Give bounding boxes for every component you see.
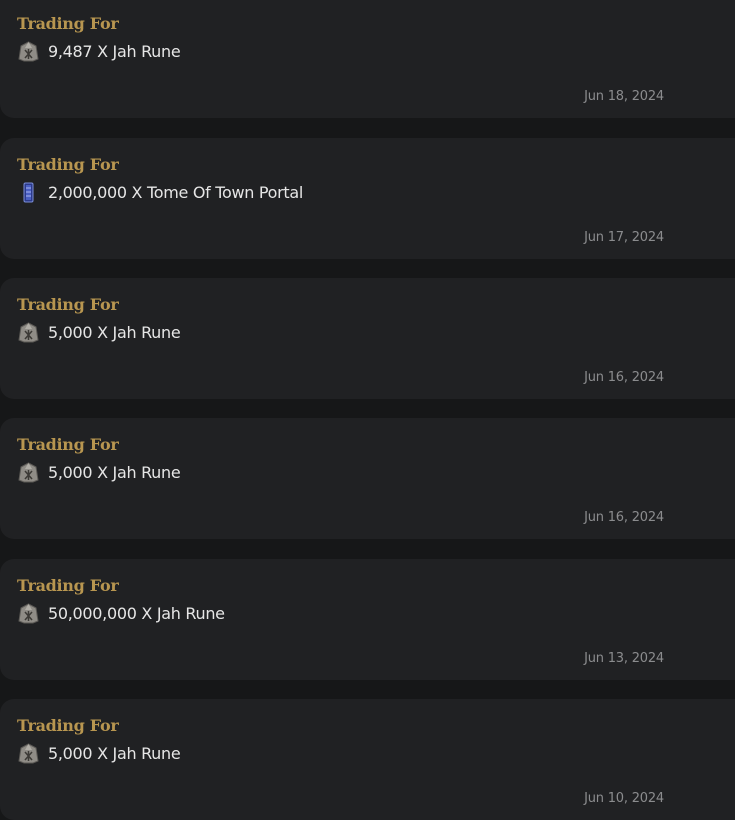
trade-card[interactable]: Trading For 5,000 X Jah Rune Jun 10, 202…	[0, 699, 735, 820]
jah-rune-icon	[18, 603, 39, 624]
trade-item-text: 50,000,000 X Jah Rune	[48, 604, 225, 623]
trade-heading: Trading For	[17, 155, 119, 174]
trade-item: 2,000,000 X Tome Of Town Portal	[17, 181, 303, 204]
trade-heading: Trading For	[17, 716, 119, 735]
trade-card[interactable]: Trading For 2,000,000 X Tome Of Town Por…	[0, 138, 735, 259]
trade-date: Jun 18, 2024	[584, 89, 664, 104]
trade-item: 5,000 X Jah Rune	[17, 461, 181, 484]
trade-date: Jun 13, 2024	[584, 651, 664, 666]
trade-item-text: 5,000 X Jah Rune	[48, 744, 181, 763]
trade-card[interactable]: Trading For 5,000 X Jah Rune Jun 16, 202…	[0, 418, 735, 539]
trade-item: 50,000,000 X Jah Rune	[17, 602, 225, 625]
trade-heading: Trading For	[17, 295, 119, 314]
jah-rune-icon	[18, 41, 39, 62]
trade-card[interactable]: Trading For 9,487 X Jah Rune Jun 18, 202…	[0, 0, 735, 118]
jah-rune-icon	[18, 743, 39, 764]
trade-item-text: 2,000,000 X Tome Of Town Portal	[48, 183, 304, 202]
trade-heading: Trading For	[17, 576, 119, 595]
trade-card[interactable]: Trading For 5,000 X Jah Rune Jun 16, 202…	[0, 278, 735, 399]
trade-date: Jun 16, 2024	[584, 510, 664, 525]
trade-item-text: 9,487 X Jah Rune	[48, 42, 181, 61]
trade-heading: Trading For	[17, 14, 119, 33]
jah-rune-icon	[18, 462, 39, 483]
trade-card[interactable]: Trading For 50,000,000 X Jah Rune Jun 13…	[0, 559, 735, 680]
trade-item-text: 5,000 X Jah Rune	[48, 463, 181, 482]
trade-item: 9,487 X Jah Rune	[17, 40, 181, 63]
jah-rune-icon	[18, 322, 39, 343]
trade-list: Trading For 9,487 X Jah Rune Jun 18, 202…	[0, 0, 735, 820]
trade-item: 5,000 X Jah Rune	[17, 321, 181, 344]
trade-heading: Trading For	[17, 435, 119, 454]
trade-item-text: 5,000 X Jah Rune	[48, 323, 181, 342]
trade-date: Jun 17, 2024	[584, 230, 664, 245]
trade-item: 5,000 X Jah Rune	[17, 742, 181, 765]
trade-date: Jun 10, 2024	[584, 791, 664, 806]
tome-of-town-portal-icon	[23, 182, 34, 203]
trade-date: Jun 16, 2024	[584, 370, 664, 385]
